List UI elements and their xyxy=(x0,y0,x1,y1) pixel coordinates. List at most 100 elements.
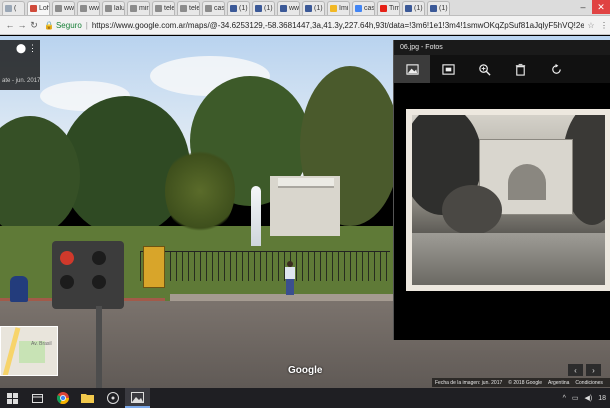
task-view-button[interactable] xyxy=(25,388,50,408)
minimap-label: Av. Brasil xyxy=(31,341,52,347)
reload-icon[interactable]: ↻ xyxy=(28,20,40,31)
tab-favicon-icon xyxy=(305,5,312,12)
browser-tab[interactable]: ww xyxy=(277,1,300,15)
street-view-info-card[interactable]: ⬤ ⋮ ate - jun. 2017 xyxy=(0,40,40,90)
fountain xyxy=(251,186,261,246)
previous-arrow-icon[interactable]: ‹ xyxy=(568,364,583,376)
monument-balustrade xyxy=(278,178,334,188)
browser-tab[interactable]: Imi xyxy=(327,1,350,15)
light xyxy=(92,275,106,289)
next-arrow-icon[interactable]: › xyxy=(586,364,601,376)
country-link[interactable]: Argentina xyxy=(548,380,569,386)
minimize-icon[interactable]: – xyxy=(574,0,592,14)
pedestrian xyxy=(285,261,295,295)
photo-bush xyxy=(442,185,502,235)
browser-tab[interactable]: lalu xyxy=(102,1,125,15)
tab-favicon-icon xyxy=(130,5,137,12)
historic-photo xyxy=(412,115,605,285)
browser-tab[interactable]: (1) xyxy=(302,1,325,15)
media-app-button[interactable] xyxy=(100,388,125,408)
zoom-button[interactable] xyxy=(466,55,502,83)
image-icon xyxy=(405,63,419,75)
clock[interactable]: 18 xyxy=(598,395,606,402)
tab-strip: ( Loft ww ww lalu mir tele tele cas (1) (1) ww (1) Im… xyxy=(0,0,610,16)
tab-label: (1) xyxy=(239,5,248,12)
browser-tab[interactable]: Loft xyxy=(27,1,50,15)
photo-pond xyxy=(412,233,605,285)
location-pin-icon[interactable]: ⬤ xyxy=(16,43,26,54)
browser-tab[interactable]: ( xyxy=(2,1,25,15)
network-icon[interactable]: ▭ xyxy=(572,394,579,402)
volume-icon[interactable]: ◀) xyxy=(584,394,592,402)
forward-icon[interactable]: → xyxy=(16,20,28,30)
browser-tab[interactable]: (1) xyxy=(252,1,275,15)
copyright-text: © 2018 Google xyxy=(508,379,542,386)
browser-tab[interactable]: tele xyxy=(177,1,200,15)
seated-person xyxy=(10,276,28,302)
photos-title-bar[interactable]: 06.jpg - Fotos xyxy=(394,40,610,55)
photos-title: 06.jpg - Fotos xyxy=(400,44,443,51)
tab-label: ww xyxy=(89,5,99,12)
tab-label: lalu xyxy=(114,5,124,12)
tab-favicon-icon xyxy=(180,5,187,12)
browser-tab[interactable]: (1) xyxy=(227,1,250,15)
tab-label: ( xyxy=(14,5,17,12)
browser-tab[interactable]: ww xyxy=(52,1,75,15)
tab-favicon-icon xyxy=(255,5,262,12)
slideshow-icon xyxy=(441,63,455,75)
menu-icon[interactable]: ⋮ xyxy=(598,21,610,30)
separator: | xyxy=(85,20,88,30)
tab-label: (1) xyxy=(439,5,448,12)
image-date-text: Fecha de la imagen: jun. 2017 xyxy=(435,379,503,386)
browser-tab[interactable]: ww xyxy=(77,1,100,15)
photo-view[interactable] xyxy=(406,109,610,291)
browser-tab[interactable]: cas xyxy=(202,1,225,15)
browser-tab[interactable]: (1) xyxy=(427,1,450,15)
browser-tab[interactable]: mir xyxy=(127,1,150,15)
minimap[interactable]: Av. Brasil xyxy=(0,326,58,376)
pedestrian-legs xyxy=(286,279,294,295)
pedestrian-body xyxy=(285,267,295,279)
tab-label: Loft xyxy=(39,5,49,12)
chrome-taskbar-button[interactable] xyxy=(50,388,75,408)
delete-icon xyxy=(515,63,525,76)
tab-label: tele xyxy=(164,5,174,12)
traffic-light xyxy=(52,241,124,309)
tab-favicon-icon xyxy=(430,5,437,12)
photos-toolbar xyxy=(394,55,610,83)
tab-label: (1) xyxy=(264,5,273,12)
tab-label: Tim xyxy=(389,5,399,12)
more-options-icon[interactable]: ⋮ xyxy=(28,43,37,54)
tab-label: (1) xyxy=(414,5,423,12)
tab-label: ww xyxy=(64,5,74,12)
file-explorer-button[interactable] xyxy=(75,388,100,408)
tab-favicon-icon xyxy=(155,5,162,12)
terms-link[interactable]: Condiciones xyxy=(575,380,603,386)
tab-favicon-icon xyxy=(330,5,337,12)
tab-favicon-icon xyxy=(105,5,112,12)
url-input[interactable]: https://www.google.com.ar/maps/@-34.6253… xyxy=(92,21,584,30)
show-hidden-icons-icon[interactable]: ^ xyxy=(563,395,566,402)
browser-tab[interactable]: (1) xyxy=(402,1,425,15)
browser-tab[interactable]: Tim xyxy=(377,1,400,15)
capture-date: ate - jun. 2017 xyxy=(2,78,41,84)
back-icon[interactable]: ← xyxy=(4,20,16,30)
tab-label: (1) xyxy=(314,5,323,12)
rotate-button[interactable] xyxy=(538,55,574,83)
browser-tab[interactable]: tele xyxy=(152,1,175,15)
task-view-icon xyxy=(32,393,43,403)
address-bar: ← → ↻ 🔒 Seguro | https://www.google.com.… xyxy=(0,16,610,35)
enhance-image-button[interactable] xyxy=(394,55,430,83)
palm-tree xyxy=(165,146,235,236)
photos-taskbar-button[interactable] xyxy=(125,388,150,408)
start-button[interactable] xyxy=(0,388,25,408)
browser-tab[interactable]: cas xyxy=(352,1,375,15)
light xyxy=(92,251,106,265)
lock-icon: 🔒 xyxy=(44,20,54,30)
close-window-icon[interactable]: ✕ xyxy=(592,0,610,14)
tab-label: cas xyxy=(214,5,224,12)
bookmark-star-icon[interactable]: ☆ xyxy=(584,21,598,30)
delete-button[interactable] xyxy=(502,55,538,83)
chrome-icon xyxy=(56,392,69,404)
slideshow-button[interactable] xyxy=(430,55,466,83)
